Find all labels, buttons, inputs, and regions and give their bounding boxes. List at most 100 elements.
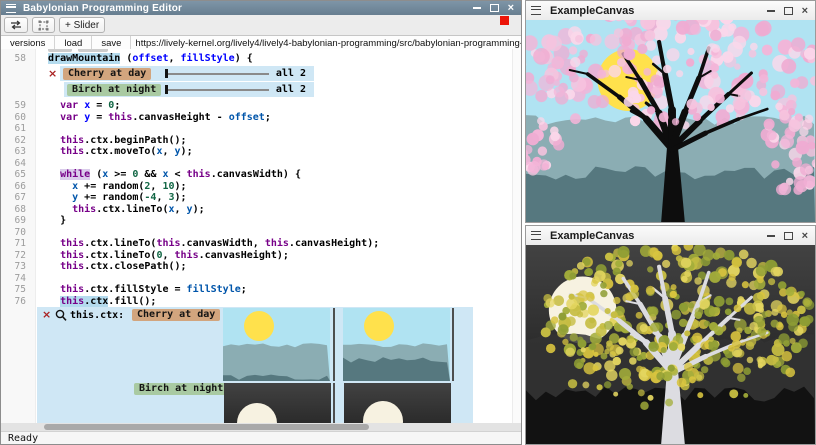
probe-expression: this.ctx:	[70, 309, 124, 322]
code-lines-top: 57 58 drawMountain (offset, fillStyle) {	[1, 49, 513, 64]
vertical-scrollbar[interactable]	[512, 49, 521, 423]
horizontal-scrollbar[interactable]	[1, 423, 521, 431]
slider-track	[168, 73, 269, 75]
code-area[interactable]: 57 58 drawMountain (offset, fillStyle) {…	[1, 49, 513, 423]
example-label-cherry[interactable]: Cherry at day	[63, 68, 151, 80]
window-menu-icon[interactable]	[531, 231, 541, 240]
code-line: 71 this.ctx.lineTo(this.canvasWidth, thi…	[1, 238, 513, 250]
canvas-titlebar[interactable]: ExampleCanvas ×	[526, 226, 815, 246]
line-number: 73	[1, 261, 36, 273]
code-line: 76 this.ctx.fill();	[1, 296, 513, 308]
example-row-cherry: Cherry at day all 2	[60, 66, 314, 81]
code-line: 63 this.ctx.moveTo(x, y);	[1, 146, 513, 158]
line-number: 62	[1, 135, 36, 147]
example-canvas-window-day: ExampleCanvas ×	[525, 0, 816, 223]
maximize-icon[interactable]	[490, 4, 499, 12]
preview-separator	[333, 383, 335, 423]
canvas-day	[526, 20, 815, 222]
code-line: 70	[1, 227, 513, 239]
window-menu-icon[interactable]	[6, 4, 16, 13]
code-line: 74	[1, 273, 513, 285]
code-lines-main: 59 var x = 0;60 var y = this.canvasHeigh…	[1, 100, 513, 307]
line-number: 67	[1, 192, 36, 204]
close-icon[interactable]: ×	[802, 6, 808, 16]
line-number: 70	[1, 227, 36, 239]
line-number: 61	[1, 123, 36, 135]
code-editor[interactable]: 57 58 drawMountain (offset, fillStyle) {…	[1, 49, 521, 423]
line-number: 63	[1, 146, 36, 158]
line-number: 66	[1, 181, 36, 193]
slider-value: all 2	[276, 66, 306, 81]
editor-window-title: Babylonian Programming Editor	[23, 3, 182, 14]
code-line: 67 y += random(-4, 3);	[1, 192, 513, 204]
code-line: 66 x += random(2, 10);	[1, 181, 513, 193]
add-slider-button[interactable]: + Slider	[59, 17, 105, 33]
line-number: 72	[1, 250, 36, 262]
canvas-titlebar[interactable]: ExampleCanvas ×	[526, 1, 815, 21]
minimize-icon[interactable]	[473, 7, 481, 9]
horizontal-scrollbar-thumb[interactable]	[44, 424, 369, 430]
code-line: 62 this.ctx.beginPath();	[1, 135, 513, 147]
line-number: 58	[1, 53, 36, 65]
magnifier-icon	[55, 309, 67, 322]
slider-value: all 2	[276, 82, 306, 97]
window-controls: ×	[767, 6, 815, 16]
canvas-preview-night-2	[344, 383, 451, 423]
example-slider-cherry[interactable]	[165, 69, 269, 78]
code-line: 61	[1, 123, 513, 135]
code-line: 64	[1, 158, 513, 170]
code-line: 65 while (x >= 0 && x < this.canvasWidth…	[1, 169, 513, 181]
selection-bounds-button[interactable]	[32, 17, 55, 33]
maximize-icon[interactable]	[784, 232, 793, 240]
probe-widget: × this.ctx: Cherry at day Birc	[37, 307, 473, 423]
line-number: 65	[1, 169, 36, 181]
save-button[interactable]: save	[92, 36, 131, 50]
delete-probe-icon[interactable]: ×	[42, 309, 51, 320]
slider-track	[168, 89, 269, 91]
code-line: 60 var y = this.canvasHeight - offset;	[1, 112, 513, 124]
example-slider-birch[interactable]	[165, 85, 269, 94]
line-number: 74	[1, 273, 36, 285]
code-line: 58 drawMountain (offset, fillStyle) {	[1, 53, 513, 65]
window-menu-icon[interactable]	[531, 6, 541, 15]
line-number: 75	[1, 284, 36, 296]
example-annotation-widget: × Cherry at day all 2 Birch at night	[1, 66, 513, 98]
close-icon[interactable]: ×	[802, 231, 808, 241]
window-controls: ×	[767, 231, 815, 241]
close-icon[interactable]: ×	[508, 3, 514, 13]
migrate-examples-button[interactable]	[4, 17, 28, 33]
maximize-icon[interactable]	[784, 7, 793, 15]
example-label-birch[interactable]: Birch at night	[67, 84, 161, 96]
canvas-preview-night-1	[224, 383, 331, 423]
minimize-icon[interactable]	[767, 10, 775, 12]
window-controls: ×	[473, 3, 521, 13]
editor-toolbar: + Slider	[1, 15, 521, 36]
example-canvas-window-night: ExampleCanvas ×	[525, 225, 816, 445]
versions-button[interactable]: versions	[1, 36, 55, 50]
editor-window: Babylonian Programming Editor ×	[0, 0, 522, 445]
line-number: 59	[1, 100, 36, 112]
load-button[interactable]: load	[55, 36, 92, 50]
code-line: 75 this.ctx.fillStyle = fillStyle;	[1, 284, 513, 296]
line-number: 68	[1, 204, 36, 216]
canvas-window-title: ExampleCanvas	[550, 5, 634, 17]
desktop: Babylonian Programming Editor ×	[0, 0, 816, 445]
editor-titlebar[interactable]: Babylonian Programming Editor ×	[1, 1, 521, 15]
canvas-night	[526, 245, 815, 444]
code-line: 69 }	[1, 215, 513, 227]
example-row-birch: Birch at night all 2	[64, 82, 314, 97]
line-number: 76	[1, 296, 36, 308]
canvas-window-title: ExampleCanvas	[550, 230, 634, 242]
delete-examples-icon[interactable]: ×	[48, 68, 57, 79]
selection-frame-icon	[38, 20, 49, 31]
line-number: 60	[1, 112, 36, 124]
red-indicator	[500, 16, 509, 25]
line-number: 71	[1, 238, 36, 250]
probe-label-birch: Birch at night	[134, 383, 228, 395]
minimize-icon[interactable]	[767, 235, 775, 237]
url-field[interactable]: https://lively-kernel.org/lively4/lively…	[131, 36, 521, 50]
probe-label-cherry: Cherry at day	[132, 309, 220, 321]
swap-arrows-icon	[10, 20, 22, 30]
preview-separator	[333, 308, 335, 381]
code-line: 73 this.ctx.closePath();	[1, 261, 513, 273]
